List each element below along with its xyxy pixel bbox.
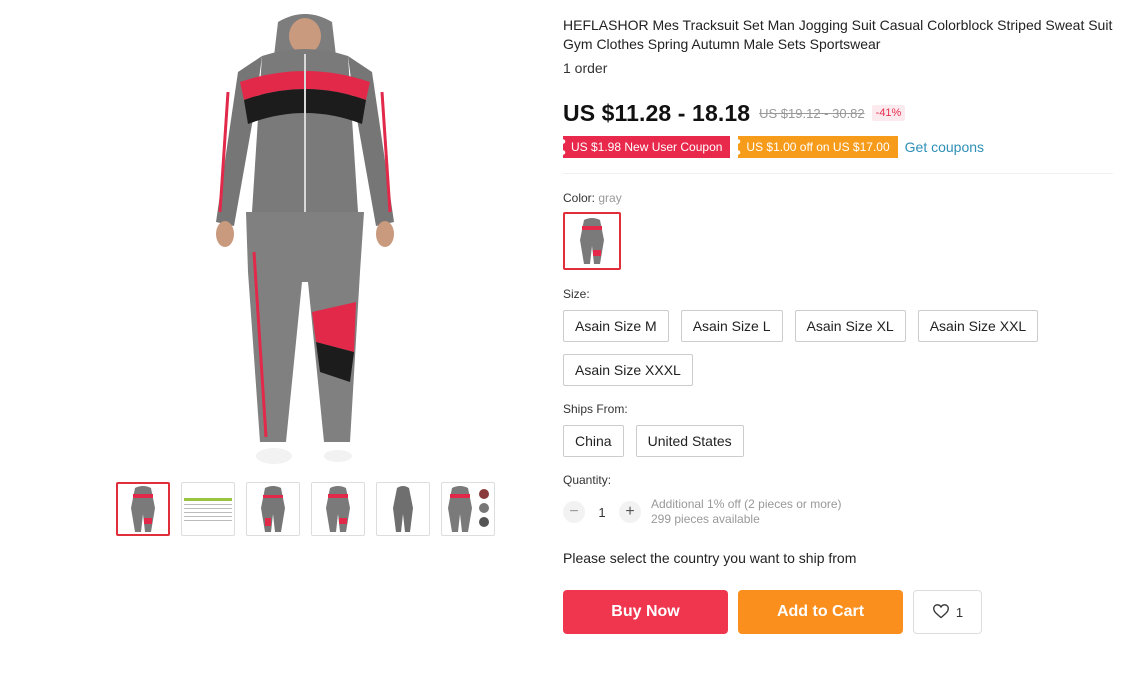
- size-option-xl[interactable]: Asain Size XL: [794, 310, 906, 342]
- quantity-decrease-button[interactable]: −: [563, 501, 585, 523]
- size-option-m[interactable]: Asain Size M: [563, 310, 669, 342]
- discount-badge: -41%: [871, 105, 906, 121]
- original-price: US $19.12 - 30.82: [759, 105, 865, 121]
- color-swatch-gray[interactable]: [563, 212, 621, 270]
- quantity-value[interactable]: 1: [585, 505, 619, 520]
- ship-country-message: Please select the country you want to sh…: [563, 550, 857, 566]
- main-product-image[interactable]: [200, 12, 410, 470]
- color-label: Color:: [563, 191, 596, 205]
- quantity-stepper: − 1 + Additional 1% off (2 pieces or mor…: [563, 497, 1115, 527]
- ships-from-label: Ships From:: [563, 402, 628, 416]
- store-coupon[interactable]: US $1.00 off on US $17.00: [734, 136, 898, 158]
- ships-from-united-states[interactable]: United States: [635, 425, 744, 457]
- size-option-xxl[interactable]: Asain Size XXL: [917, 310, 1039, 342]
- thumbnail-2-size-chart[interactable]: [181, 482, 235, 536]
- thumbnail-4[interactable]: [311, 482, 365, 536]
- wishlist-count: 1: [955, 604, 964, 620]
- color-section: Color: gray: [563, 191, 1115, 270]
- bulk-discount-note: Additional 1% off (2 pieces or more): [651, 497, 842, 511]
- size-option-xxxl[interactable]: Asain Size XXXL: [563, 354, 693, 386]
- new-user-coupon[interactable]: US $1.98 New User Coupon: [558, 136, 731, 158]
- buy-now-button[interactable]: Buy Now: [563, 590, 728, 634]
- size-section: Size: Asain Size M Asain Size L Asain Si…: [563, 287, 1115, 386]
- ships-from-china[interactable]: China: [563, 425, 624, 457]
- thumbnail-strip: [116, 482, 495, 536]
- wishlist-button[interactable]: 1: [913, 590, 982, 634]
- action-buttons: Buy Now Add to Cart 1: [563, 590, 1115, 634]
- divider: [563, 173, 1113, 174]
- get-coupons-link[interactable]: Get coupons: [905, 139, 984, 155]
- color-selected-value: gray: [598, 191, 622, 205]
- size-label: Size:: [563, 287, 590, 301]
- size-option-l[interactable]: Asain Size L: [680, 310, 783, 342]
- thumbnail-3[interactable]: [246, 482, 300, 536]
- order-count: 1 order: [563, 60, 608, 76]
- quantity-label: Quantity:: [563, 473, 612, 487]
- price-row: US $11.28 - 18.18 US $19.12 - 30.82 -41%: [563, 99, 1115, 127]
- thumbnail-1[interactable]: [116, 482, 170, 536]
- quantity-increase-button[interactable]: +: [619, 501, 641, 523]
- quantity-section: Quantity: − 1 + Additional 1% off (2 pie…: [563, 473, 1115, 527]
- current-price: US $11.28 - 18.18: [563, 99, 751, 126]
- product-info: HEFLASHOR Mes Tracksuit Set Man Jogging …: [558, 16, 1115, 634]
- thumbnail-5[interactable]: [376, 482, 430, 536]
- size-options: Asain Size M Asain Size L Asain Size XL …: [563, 310, 1083, 386]
- quantity-info: Additional 1% off (2 pieces or more) 299…: [651, 497, 842, 527]
- add-to-cart-button[interactable]: Add to Cart: [738, 590, 903, 634]
- thumbnail-6[interactable]: [441, 482, 495, 536]
- ships-from-section: Ships From: China United States: [563, 402, 1115, 457]
- ships-from-options: China United States: [563, 425, 1083, 457]
- coupon-row: US $1.98 New User Coupon US $1.00 off on…: [558, 135, 1115, 159]
- heart-icon: [932, 603, 950, 622]
- product-title: HEFLASHOR Mes Tracksuit Set Man Jogging …: [563, 17, 1113, 52]
- stock-available: 299 pieces available: [651, 512, 760, 526]
